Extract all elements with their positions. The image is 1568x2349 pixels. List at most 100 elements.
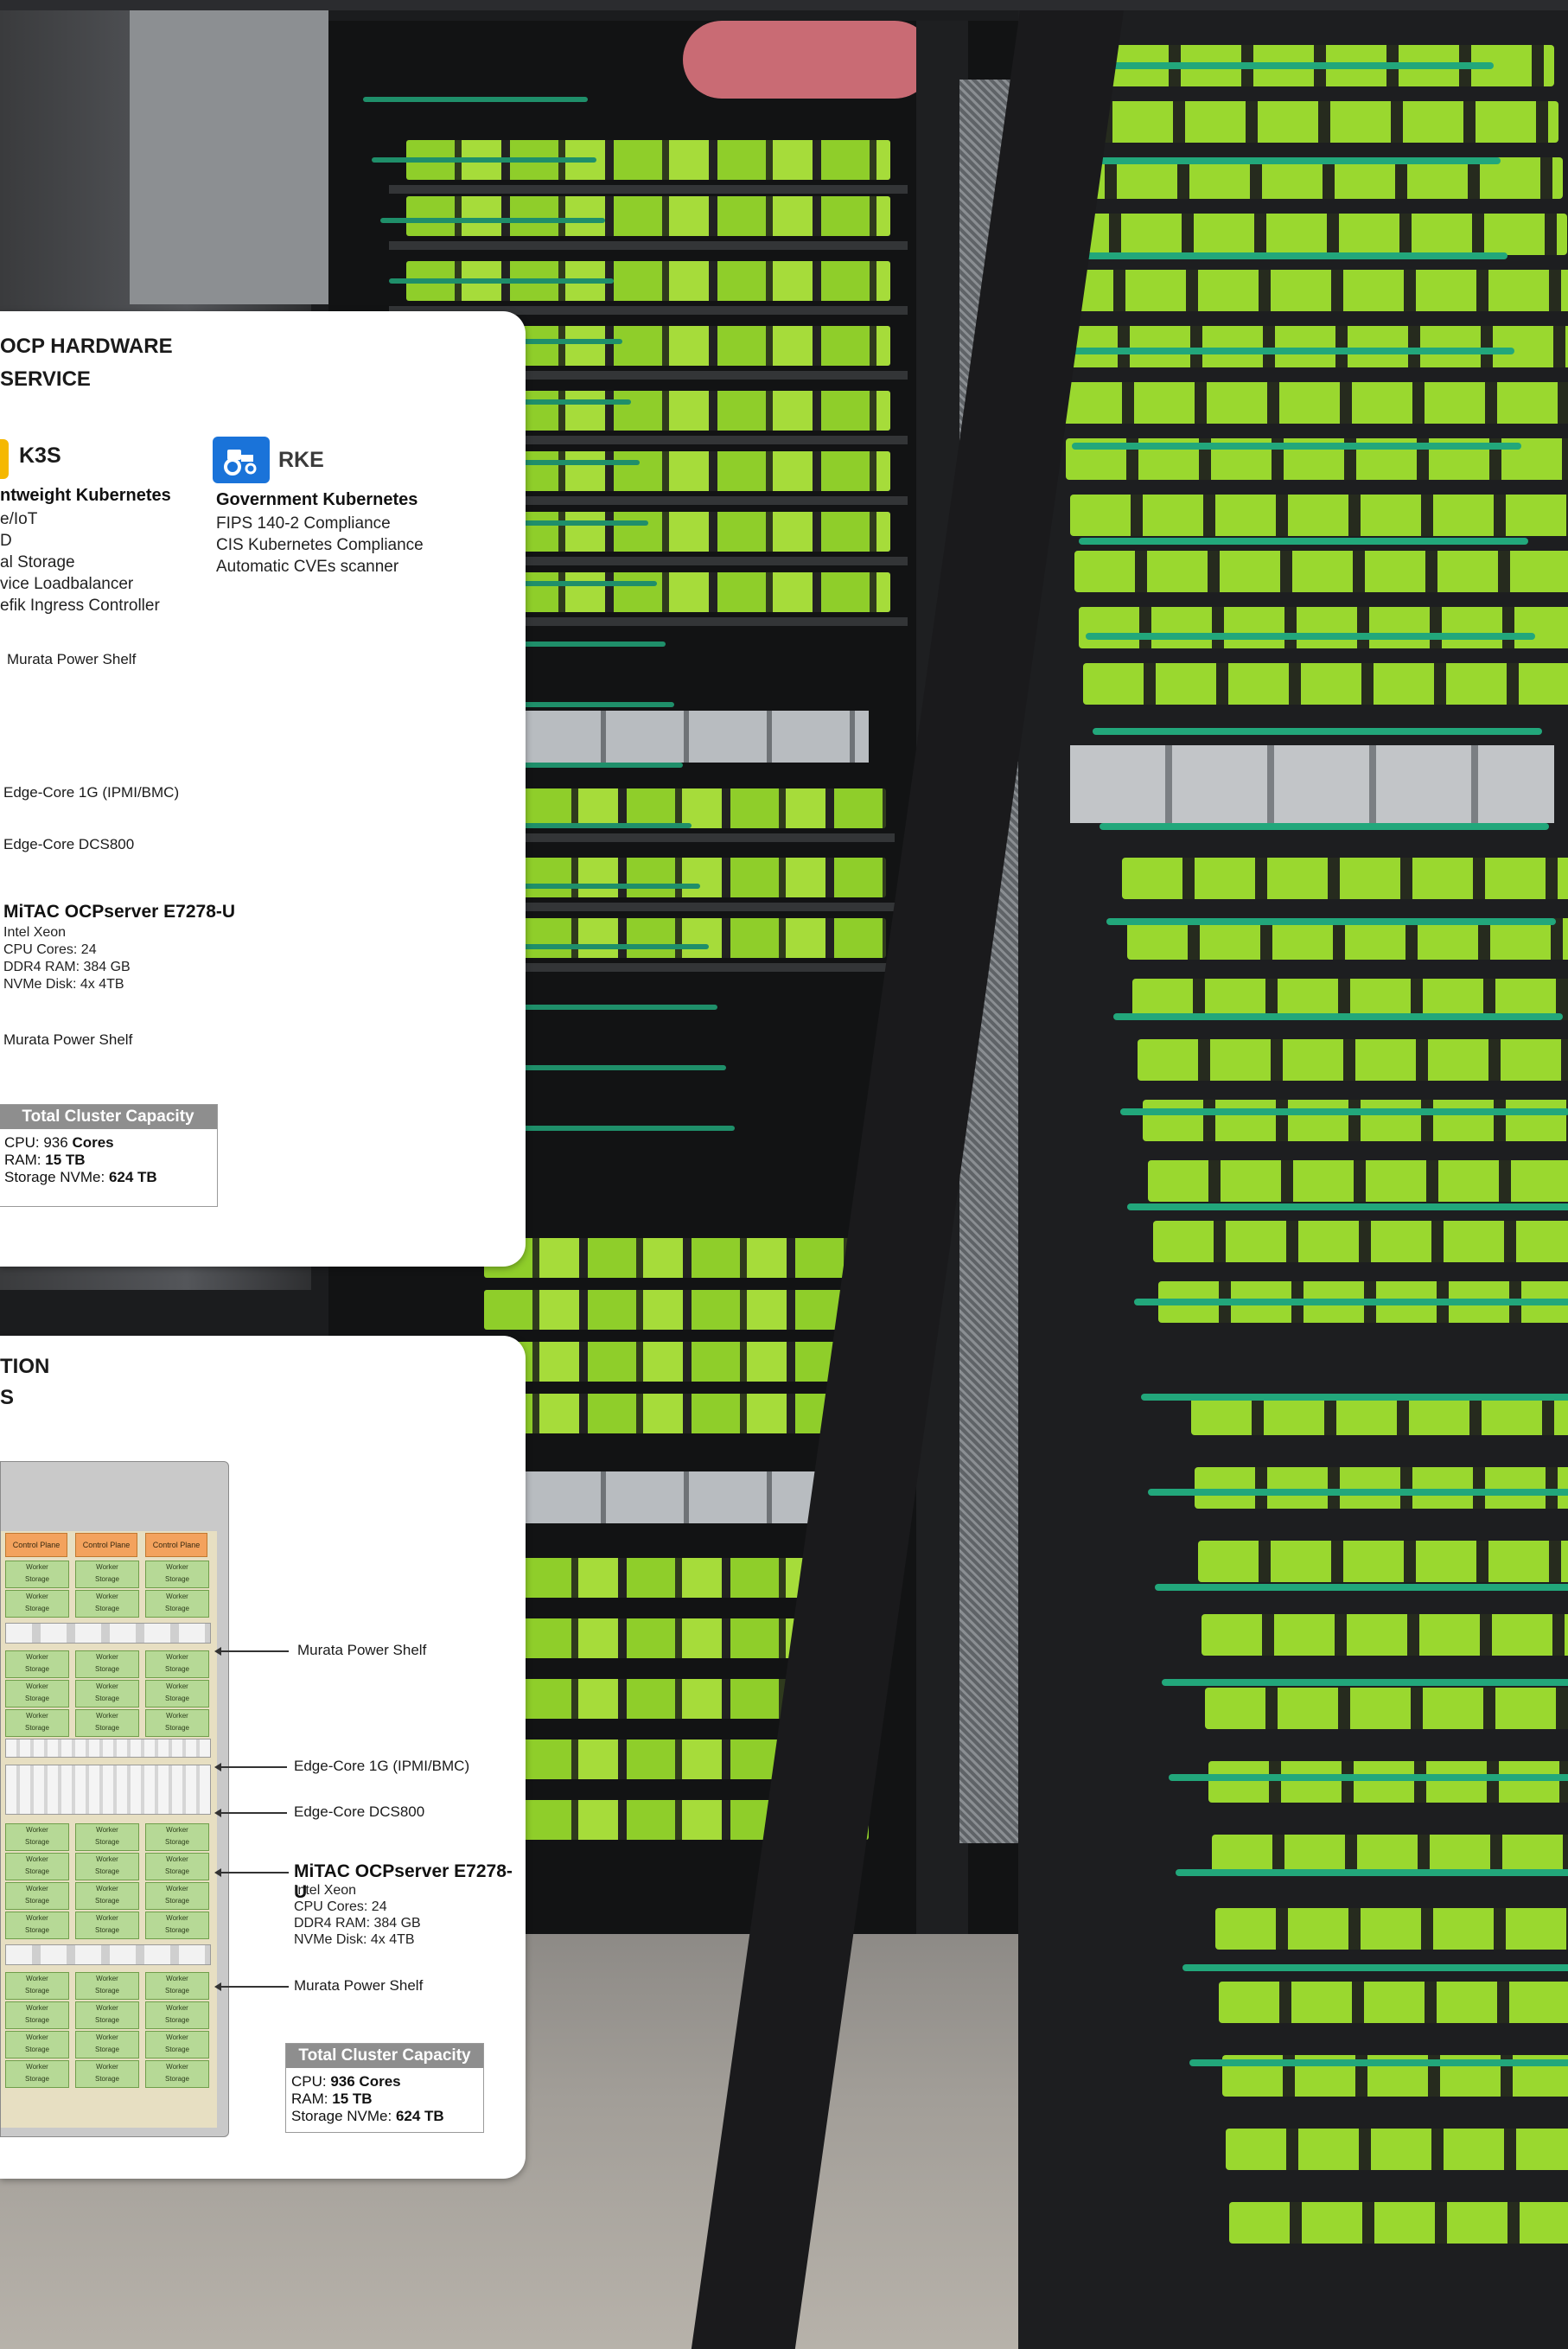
storage-label: Storage [94,1665,120,1673]
worker-label: Worker [166,1653,188,1661]
rack-diagram: Control Plane Control Plane Control Plane W… [0,1461,229,2137]
worker-node: Worker Storage [5,1709,69,1737]
storage-label: Storage [24,1987,50,1995]
storage-label: Storage [164,1987,190,1995]
server-unit-right [1049,214,1567,255]
worker-label: Worker [96,1885,118,1893]
network-cable-right [1086,633,1535,640]
worker-node: Worker Storage [75,1972,139,2000]
server-unit-right [1040,101,1558,143]
card-heading-line1: OCP HARDWARE [0,335,173,358]
worker-node: Worker Storage [145,1972,209,2000]
k3s-feature: D [0,532,12,550]
k3s-feature: e/IoT [0,510,38,528]
server-unit-right [1070,495,1568,536]
capacity-title: Total Cluster Capacity [286,2044,483,2068]
switch-1g-label: Edge-Core 1G (IPMI/BMC) [3,784,180,801]
worker-node: Worker Storage [145,1709,209,1737]
server-spec: CPU Cores: 24 [3,942,97,957]
server-spec: DDR4 RAM: 384 GB [3,960,131,974]
worker-label: Worker [96,1855,118,1863]
worker-label: Worker [26,1855,48,1863]
network-cable-right [1113,1013,1563,1020]
rack-shelf [523,903,895,911]
worker-label: Worker [166,1826,188,1834]
network-cable-right [1189,2059,1568,2066]
worker-label: Worker [26,1914,48,1922]
worker-node: Worker Storage [75,1882,139,1910]
worker-label: Worker [26,1826,48,1834]
worker-node: Worker Storage [145,1853,209,1880]
ocp-diagram-card: TION S Control Plane Control Plane Control… [0,1336,526,2179]
rke-feature: Automatic CVEs scanner [216,558,399,576]
server-unit [484,1342,856,1382]
storage-label: Storage [94,1605,120,1612]
storage-label: Storage [164,1926,190,1934]
worker-node: Worker Storage [75,1853,139,1880]
top-bar [0,0,1568,10]
switch-1g-label: Edge-Core 1G (IPMI/BMC) [294,1758,470,1774]
switch-dcs-label: Edge-Core DCS800 [3,836,135,852]
worker-label: Worker [96,1563,118,1571]
storage-label: Storage [24,1867,50,1875]
rke-brand: RKE [278,448,324,472]
power-shelf-label: Murata Power Shelf [7,651,137,667]
cluster-capacity-box: Total Cluster Capacity CPU: 936 Cores RA… [285,2043,484,2133]
worker-node: Worker Storage [75,1823,139,1851]
cluster-capacity-box: Total Cluster Capacity CPU: 936 Cores RA… [0,1104,218,1207]
worker-node: Worker Storage [145,1680,209,1707]
worker-node: Worker Storage [5,1853,69,1880]
storage-label: Storage [24,1897,50,1905]
storage-label: Storage [24,1695,50,1702]
arrow-switch-dcs [214,1809,287,1817]
capacity-cpu: CPU: 936 Cores [291,2073,401,2090]
storage-label: Storage [94,2075,120,2083]
worker-node: Worker Storage [75,2001,139,2029]
worker-label: Worker [96,1975,118,1982]
worker-node: Worker Storage [75,1561,139,1588]
worker-label: Worker [96,2004,118,2012]
server-unit-right [1061,382,1568,424]
worker-node: Worker Storage [145,1882,209,1910]
storage-unit-right [1070,745,1554,823]
worker-label: Worker [26,1682,48,1690]
network-cable-right [1072,443,1521,450]
server-unit-right [1198,1541,1568,1582]
storage-label: Storage [24,2075,50,2083]
worker-node: Worker Storage [75,2031,139,2059]
server-unit-right [1143,1100,1568,1141]
capacity-ram: RAM: 15 TB [4,1152,86,1168]
server-unit-right [1079,607,1568,648]
worker-label: Worker [96,2033,118,2041]
capacity-storage: Storage NVMe: 624 TB [4,1169,157,1185]
worker-node: Worker Storage [75,1590,139,1618]
network-cable-right [1148,1489,1568,1496]
network-cable [372,157,596,163]
storage-label: Storage [164,1897,190,1905]
server-unit-right [1122,858,1568,899]
arrow-server [214,1868,289,1877]
control-plane-node: Control Plane [75,1533,137,1557]
worker-node: Worker Storage [145,1823,209,1851]
rack-shelf [389,185,908,194]
capacity-cpu: CPU: 936 Cores [4,1134,114,1151]
server-title: MiTAC OCPserver E7278-U [3,902,236,922]
storage-label: Storage [94,1897,120,1905]
worker-node: Worker Storage [145,1561,209,1588]
server-spec: CPU Cores: 24 [294,1899,387,1914]
server-unit-right [1219,1982,1568,2023]
worker-node: Worker Storage [145,2031,209,2059]
worker-label: Worker [166,2004,188,2012]
arrow-power-shelf [214,1647,289,1656]
rack-shelf [523,833,895,842]
server-unit [484,1290,856,1330]
worker-node: Worker Storage [5,1912,69,1939]
server-unit-right [1053,270,1568,311]
storage-label: Storage [24,1575,50,1583]
server-unit-right [1138,1039,1568,1081]
worker-node: Worker Storage [5,1882,69,1910]
server-unit-right [1074,551,1568,592]
k3s-logo-icon [0,439,9,479]
server-spec: DDR4 RAM: 384 GB [294,1916,421,1931]
rke-title: Government Kubernetes [216,490,418,509]
